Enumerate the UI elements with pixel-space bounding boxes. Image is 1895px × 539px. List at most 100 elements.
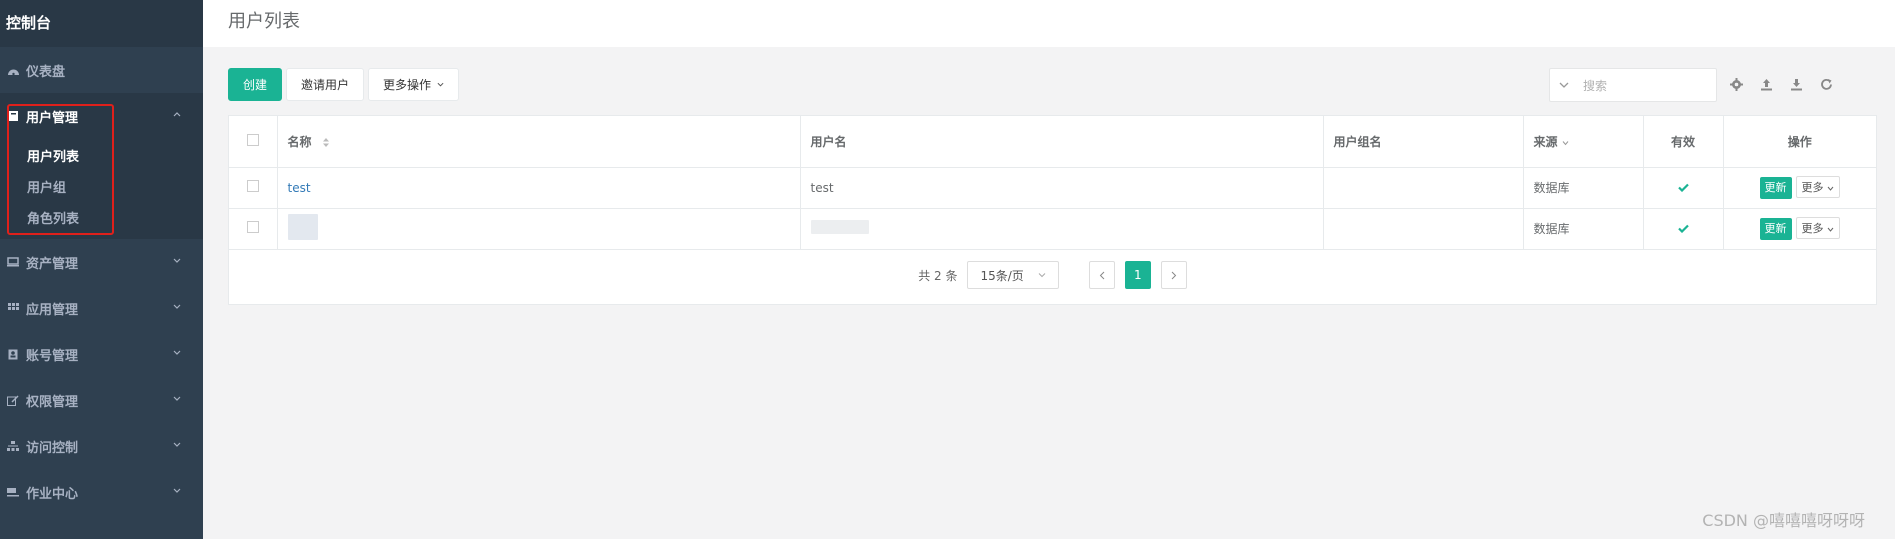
chevron-down-icon (173, 350, 181, 355)
chevron-down-icon (1827, 186, 1834, 191)
blurred-username (810, 220, 869, 234)
sidebar: 控制台 仪表盘 用户管理 用户列表 用户组 角色列表 资产管理 应用管理 账号管… (0, 0, 203, 539)
table-tools (1727, 75, 1835, 93)
watermark: CSDN @嘻嘻嘻呀呀呀 (1702, 511, 1865, 530)
row-checkbox[interactable] (246, 221, 259, 233)
user-table: 名称 用户名 用户组名 来源 有效 操作 test test 数据库 更新 更多… (229, 116, 1876, 250)
check-icon (1677, 224, 1689, 233)
sidebar-item-label: 应用管理 (26, 302, 79, 318)
chevron-down-icon (173, 258, 181, 263)
coffee-icon (4, 487, 22, 497)
annotation-highlight-box (7, 104, 114, 235)
blurred-name[interactable] (287, 214, 318, 240)
chevron-down-icon (173, 442, 181, 447)
chevron-down-icon (173, 488, 181, 493)
sidebar-item-dashboard[interactable]: 仪表盘 (0, 47, 203, 93)
table-row: test test 数据库 更新 更多 (229, 167, 1876, 209)
update-button[interactable]: 更新 (1759, 177, 1792, 199)
table-header-row: 名称 用户名 用户组名 来源 有效 操作 (229, 116, 1876, 168)
sidebar-item-label: 作业中心 (26, 486, 79, 502)
check-icon (1677, 183, 1689, 192)
dashboard-icon (4, 65, 22, 76)
sidebar-item-label: 资产管理 (26, 256, 79, 272)
group-cell (1323, 208, 1524, 250)
total-count: 共 2 条 (918, 268, 958, 283)
contact-icon (4, 349, 22, 360)
page-size-label: 15条/页 (980, 268, 1024, 283)
username-cell: test (800, 167, 1324, 209)
select-all-checkbox[interactable] (246, 133, 259, 146)
actions-cell: 更新 更多 (1723, 208, 1876, 250)
chevron-down-icon (173, 396, 181, 401)
chevron-right-icon (1171, 271, 1177, 279)
sidebar-item-assets[interactable]: 资产管理 (0, 239, 203, 285)
row-select-cell (229, 208, 278, 250)
page-title: 用户列表 (228, 11, 300, 32)
refresh-icon[interactable] (1817, 75, 1835, 93)
source-cell: 数据库 (1523, 167, 1644, 209)
prev-page-button[interactable] (1088, 261, 1115, 289)
invite-user-button[interactable]: 邀请用户 (286, 68, 365, 101)
col-name[interactable]: 名称 (277, 116, 801, 168)
chevron-down-icon (173, 304, 181, 309)
download-icon[interactable] (1787, 75, 1805, 93)
upload-icon[interactable] (1757, 75, 1775, 93)
chevron-left-icon (1099, 271, 1105, 279)
row-select-cell (229, 167, 278, 209)
sidebar-item-label: 账号管理 (26, 348, 79, 364)
group-cell (1323, 167, 1524, 209)
name-cell: test (277, 167, 801, 209)
sidebar-item-accounts[interactable]: 账号管理 (0, 331, 203, 377)
toolbar: 创建 邀请用户 更多操作 (228, 68, 460, 101)
active-cell (1643, 167, 1724, 209)
grid-icon (4, 303, 22, 313)
more-actions-button[interactable]: 更多操作 (368, 68, 460, 101)
sidebar-item-label: 仪表盘 (26, 64, 66, 80)
chevron-down-icon (437, 82, 444, 87)
page-header: 用户列表 (203, 0, 1895, 47)
monitor-icon (4, 257, 22, 267)
sort-icon[interactable] (322, 137, 330, 148)
chevron-down-icon (1827, 227, 1834, 232)
gear-icon[interactable] (1727, 75, 1745, 93)
chevron-up-icon (173, 112, 181, 117)
sitemap-icon (4, 440, 22, 452)
chevron-down-icon[interactable] (1559, 81, 1569, 89)
next-page-button[interactable] (1160, 261, 1187, 289)
sidebar-item-permissions[interactable]: 权限管理 (0, 377, 203, 423)
edit-icon (4, 394, 22, 406)
user-table-panel: 名称 用户名 用户组名 来源 有效 操作 test test 数据库 更新 更多… (228, 115, 1877, 305)
active-cell (1643, 208, 1724, 250)
more-actions-label: 更多操作 (383, 78, 432, 92)
username-cell (800, 208, 1324, 250)
user-name-link[interactable]: test (288, 181, 311, 195)
col-active: 有效 (1643, 116, 1724, 168)
more-button[interactable]: 更多 (1795, 176, 1840, 198)
chevron-down-icon[interactable] (1562, 140, 1569, 146)
col-source[interactable]: 来源 (1523, 116, 1644, 168)
search-placeholder: 搜索 (1583, 78, 1608, 93)
row-checkbox[interactable] (246, 180, 259, 192)
col-name-label: 名称 (287, 134, 312, 149)
source-cell: 数据库 (1523, 208, 1644, 250)
update-button[interactable]: 更新 (1759, 218, 1792, 240)
page-button-current[interactable]: 1 (1124, 261, 1151, 289)
sidebar-item-applications[interactable]: 应用管理 (0, 285, 203, 331)
table-row: 数据库 更新 更多 (229, 208, 1876, 250)
chevron-down-icon (1038, 273, 1046, 278)
brand-title[interactable]: 控制台 (0, 0, 203, 47)
sidebar-item-label: 权限管理 (26, 394, 79, 410)
search-input[interactable]: 搜索 (1549, 68, 1717, 102)
col-group: 用户组名 (1323, 116, 1524, 168)
col-username: 用户名 (800, 116, 1324, 168)
page-size-select[interactable]: 15条/页 (967, 261, 1059, 289)
more-label: 更多 (1801, 222, 1824, 235)
pagination: 共 2 条 15条/页 1 (229, 261, 1876, 289)
select-all-cell (229, 116, 278, 168)
more-button[interactable]: 更多 (1795, 217, 1840, 239)
name-cell (277, 208, 801, 250)
sidebar-item-job-center[interactable]: 作业中心 (0, 469, 203, 515)
sidebar-item-access-control[interactable]: 访问控制 (0, 423, 203, 469)
create-button[interactable]: 创建 (228, 68, 283, 101)
col-source-label: 来源 (1533, 134, 1558, 149)
